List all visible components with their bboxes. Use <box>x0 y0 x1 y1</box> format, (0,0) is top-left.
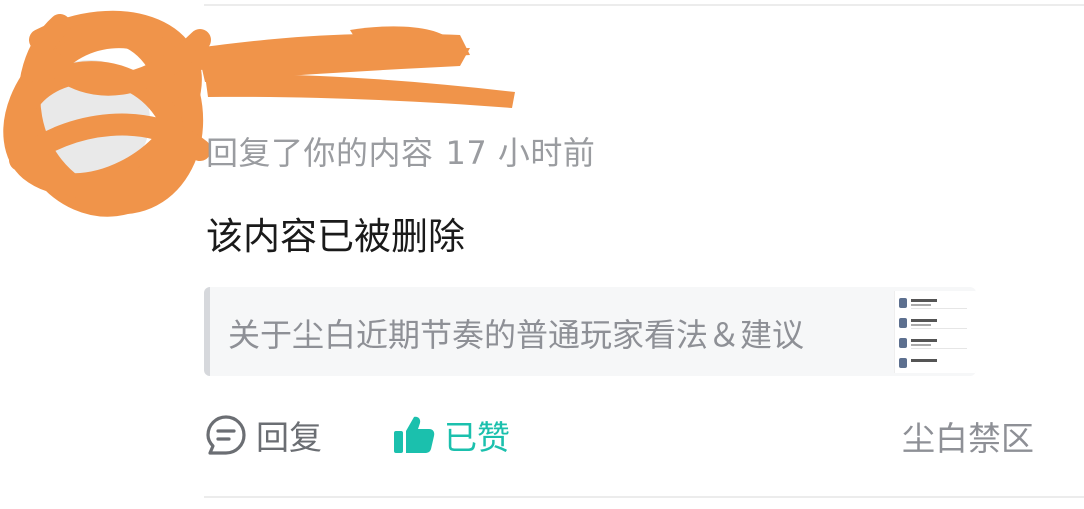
thumbs-up-icon <box>394 416 435 453</box>
category-tag[interactable]: 尘白禁区 <box>902 412 1034 460</box>
quote-bar <box>204 287 210 376</box>
reply-button[interactable]: 回复 <box>204 410 322 460</box>
reply-label: 回复 <box>256 418 322 457</box>
reply-content: 该内容已被删除 <box>206 215 465 258</box>
like-button[interactable]: 已赞 <box>392 410 510 460</box>
quoted-post-card[interactable]: 关于尘白近期节奏的普通玩家看法＆建议 <box>204 287 976 376</box>
timestamp: 17 小时前 <box>445 134 596 172</box>
like-label: 已赞 <box>444 418 510 457</box>
thumb-row <box>899 317 971 331</box>
notification-item[interactable]: 回复了你的内容 17 小时前 该内容已被删除 关于尘白近期节奏的普通玩家看法＆建议… <box>0 0 1084 509</box>
action-text: 回复了你的内容 <box>206 134 434 172</box>
quoted-post-title: 关于尘白近期节奏的普通玩家看法＆建议 <box>228 316 805 354</box>
bottom-divider <box>204 496 1084 498</box>
post-thumbnail <box>894 291 976 373</box>
comment-icon <box>206 415 246 455</box>
thumb-row <box>899 297 971 311</box>
reply-meta: 回复了你的内容 17 小时前 <box>206 128 595 174</box>
action-bar: 回复 已赞 尘白禁区 <box>204 410 1084 460</box>
thumb-row <box>899 337 971 351</box>
redaction-scribble <box>3 10 515 217</box>
thumb-row <box>899 357 971 371</box>
